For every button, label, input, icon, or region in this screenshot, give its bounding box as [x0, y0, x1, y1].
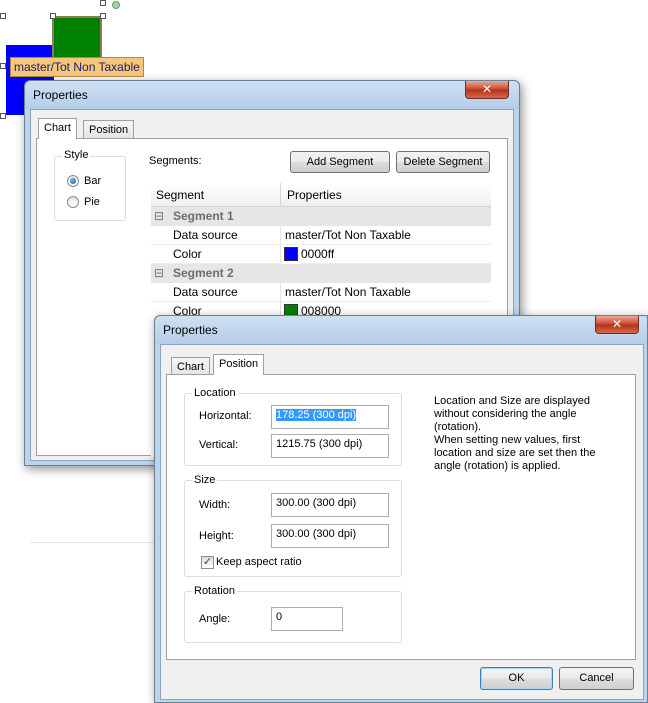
resize-handle-top-right[interactable] [100, 13, 106, 19]
green-bar [52, 16, 102, 60]
close-button[interactable]: ✕ [465, 81, 509, 99]
tab-chart[interactable]: Chart [38, 118, 77, 139]
style-group-label: Style [62, 149, 91, 161]
segment-2-title: Segment 2 [173, 266, 234, 280]
segment-1-color-value[interactable]: 0000ff [301, 245, 491, 264]
angle-input[interactable]: 0 [271, 607, 343, 631]
segment-1-color-label: Color [151, 245, 281, 264]
vertical-label: Vertical: [199, 439, 239, 451]
segment-2-collapse-icon[interactable]: ⊟ [154, 266, 168, 281]
resize-handle-bottom-left[interactable] [0, 113, 6, 119]
style-pie-label: Pie [84, 196, 100, 208]
dialog-title: Properties [163, 323, 218, 337]
rotation-handle[interactable] [112, 1, 120, 9]
segment-2-data-source-value[interactable]: master/Tot Non Taxable [281, 283, 491, 302]
resize-handle-top-left[interactable] [0, 13, 6, 19]
titlebar[interactable]: Properties [155, 316, 647, 344]
cancel-button[interactable]: Cancel [559, 667, 634, 690]
tab-position[interactable]: Position [83, 120, 135, 139]
angle-label: Angle: [199, 613, 231, 625]
segment-1-title: Segment 1 [173, 209, 234, 223]
info-line: without considering the angle [434, 408, 577, 420]
style-bar-label: Bar [84, 175, 102, 187]
resize-handle-top-middle[interactable] [50, 13, 56, 19]
grid-header-segment: Segment [151, 183, 281, 207]
tab-position[interactable]: Position [213, 354, 265, 375]
canvas-divider [30, 542, 160, 543]
keep-aspect-ratio-label: Keep aspect ratio [216, 556, 302, 568]
segment-1-color-swatch[interactable] [284, 247, 298, 261]
horizontal-input[interactable]: 178.25 (300 dpi) [271, 405, 389, 429]
info-line: location and size are set then the [434, 447, 596, 459]
width-input[interactable]: 300.00 (300 dpi) [271, 493, 389, 517]
resize-handle-middle-left[interactable] [0, 63, 6, 69]
position-info-text: Location and Size are displayed without … [434, 395, 624, 473]
segment-2-data-source-label: Data source [151, 283, 281, 302]
info-line: Location and Size are displayed [434, 395, 590, 407]
horizontal-value: 178.25 (300 dpi) [276, 409, 357, 421]
add-segment-button[interactable]: Add Segment [290, 151, 390, 173]
height-label: Height: [199, 530, 234, 542]
location-group-label: Location [192, 387, 238, 399]
height-input[interactable]: 300.00 (300 dpi) [271, 524, 389, 548]
rotation-group-label: Rotation [192, 585, 237, 597]
delete-segment-button[interactable]: Delete Segment [396, 151, 490, 173]
segment-1-data-source-label: Data source [151, 226, 281, 245]
vertical-input[interactable]: 1215.75 (300 dpi) [271, 434, 389, 458]
info-line: (rotation). [434, 421, 482, 433]
segment-1-collapse-icon[interactable]: ⊟ [154, 209, 168, 224]
chart-tooltip: master/Tot Non Taxable [10, 57, 144, 77]
grid-header-properties: Properties [281, 183, 491, 207]
style-pie-radio[interactable] [67, 196, 79, 208]
ok-button[interactable]: OK [480, 667, 553, 690]
segment-1-data-source-value[interactable]: master/Tot Non Taxable [281, 226, 491, 245]
info-line: angle (rotation) is applied. [434, 460, 561, 472]
size-group-label: Size [192, 474, 218, 486]
properties-dialog-position: Properties ✕ Chart Position Location Hor… [154, 315, 648, 703]
resize-handle-corner[interactable] [100, 0, 106, 6]
info-line: When setting new values, first [434, 434, 581, 446]
horizontal-label: Horizontal: [199, 410, 252, 422]
close-button[interactable]: ✕ [595, 316, 639, 334]
keep-aspect-ratio-checkbox[interactable]: ✓ [201, 556, 214, 569]
dialog-title: Properties [33, 88, 88, 102]
tab-panel: Location Horizontal: 178.25 (300 dpi) Ve… [166, 374, 636, 660]
titlebar[interactable]: Properties [25, 81, 519, 109]
style-group [54, 156, 126, 221]
style-bar-radio[interactable] [67, 175, 79, 187]
width-label: Width: [199, 499, 231, 511]
segments-label: Segments: [149, 155, 202, 167]
dialog-client: Chart Position Location Horizontal: 178.… [160, 344, 644, 700]
